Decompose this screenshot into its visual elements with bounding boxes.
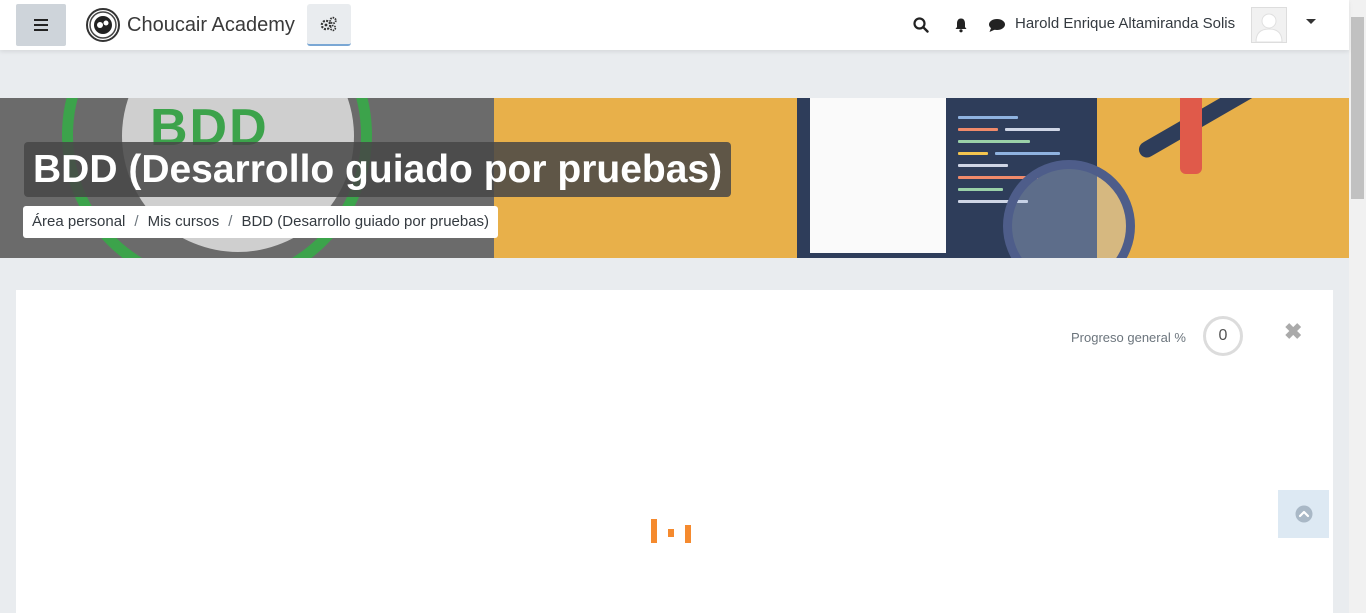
top-navbar: Choucair Academy Harold Enrique Altamira… (0, 0, 1349, 50)
breadcrumb-separator: / (134, 213, 139, 230)
scrollbar-thumb[interactable] (1351, 17, 1364, 199)
user-avatar[interactable] (1251, 7, 1287, 43)
site-name: Choucair Academy (127, 13, 295, 36)
caret-down-icon[interactable] (1306, 19, 1316, 24)
loader-bar (651, 519, 657, 543)
messages-button[interactable] (985, 13, 1009, 37)
gears-icon (320, 16, 337, 32)
banner-document (810, 98, 946, 253)
banner-screwdriver (1180, 98, 1202, 174)
notifications-button[interactable] (949, 13, 973, 37)
drawer-toggle-button[interactable] (16, 4, 66, 46)
back-to-top-button[interactable] (1278, 490, 1329, 538)
chat-icon (989, 19, 1005, 32)
search-icon (913, 17, 929, 33)
close-icon[interactable]: ✖ (1284, 319, 1302, 345)
progress-indicator: 0 (1203, 316, 1243, 356)
breadcrumb-separator: / (228, 213, 233, 230)
search-button[interactable] (909, 13, 933, 37)
user-name[interactable]: Harold Enrique Altamiranda Solis (1015, 15, 1235, 32)
progress-label: Progreso general % (1071, 330, 1186, 345)
chevron-up-circle-icon (1295, 505, 1312, 523)
course-settings-button[interactable] (307, 4, 351, 46)
breadcrumb-item-dashboard[interactable]: Área personal (32, 206, 125, 238)
breadcrumb-item-my-courses[interactable]: Mis cursos (148, 206, 220, 238)
progress-value: 0 (1218, 327, 1228, 344)
page-title: BDD (Desarrollo guiado por pruebas) (24, 142, 732, 197)
site-brand[interactable]: Choucair Academy (86, 8, 295, 42)
avatar-placeholder-icon (1255, 13, 1283, 42)
loader-bar (685, 525, 691, 543)
breadcrumb: Área personal / Mis cursos / BDD (Desarr… (23, 206, 499, 238)
bell-icon (955, 18, 967, 33)
breadcrumb-item-course[interactable]: BDD (Desarrollo guiado por pruebas) (241, 206, 489, 238)
page-scrollbar[interactable] (1349, 0, 1366, 613)
loader-bar (668, 529, 674, 537)
loading-spinner (651, 519, 693, 545)
banner-wrench (1136, 98, 1274, 161)
site-logo (86, 8, 120, 42)
hamburger-icon (34, 19, 48, 31)
